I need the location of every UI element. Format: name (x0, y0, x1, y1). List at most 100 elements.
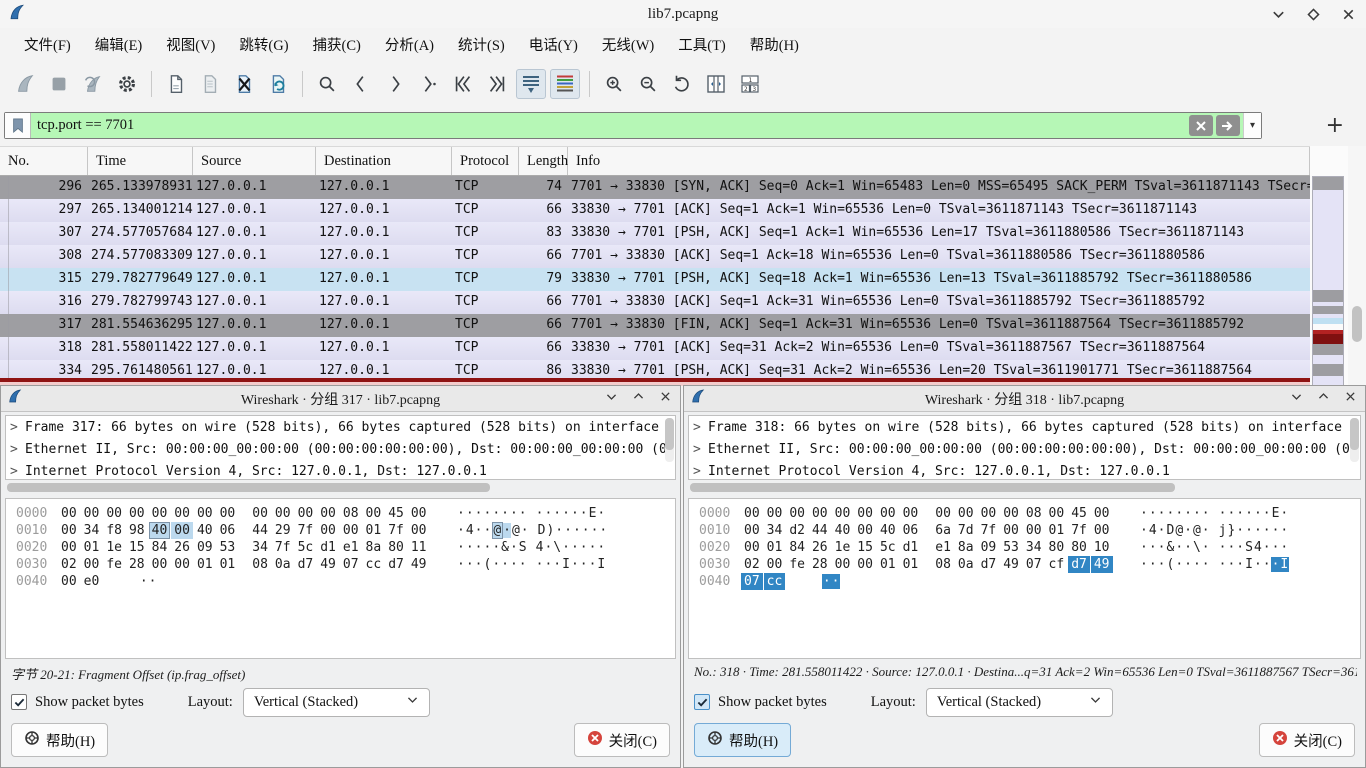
hex-byte[interactable]: 0a (272, 556, 294, 573)
ascii-char[interactable]: ) (546, 523, 555, 538)
hex-byte[interactable]: 00 (741, 522, 763, 539)
hex-byte[interactable]: 00 (1046, 505, 1068, 522)
hex-row[interactable]: 000000000000000000000000000008004500····… (699, 505, 1360, 522)
hex-byte[interactable]: e1 (340, 539, 362, 556)
ascii-char[interactable]: · (553, 557, 562, 572)
ascii-char[interactable]: · (1201, 557, 1210, 572)
hex-row[interactable]: 0020000184261e155cd1e18a095334808010···&… (699, 539, 1360, 556)
packet-row-318[interactable]: 318281.558011422127.0.0.1127.0.0.1TCP663… (0, 337, 1310, 360)
ascii-char[interactable]: · (544, 540, 553, 555)
scrollbar-thumb[interactable] (1352, 306, 1362, 342)
hex-byte[interactable]: cc (764, 573, 786, 590)
ascii-char[interactable]: · (579, 506, 588, 521)
expander-icon[interactable]: > (10, 442, 25, 457)
ascii-char[interactable]: · (457, 540, 466, 555)
hex-byte[interactable]: 98 (126, 522, 148, 539)
tree-item[interactable]: >Internet Protocol Version 4, Src: 127.0… (6, 460, 675, 480)
hex-byte[interactable]: 15 (854, 539, 876, 556)
ascii-char[interactable]: · (474, 540, 483, 555)
ascii-char[interactable]: · (1280, 540, 1289, 555)
hex-byte[interactable]: 40 (149, 522, 171, 539)
menu-item-7[interactable]: 统计(S) (446, 30, 517, 59)
hex-byte[interactable]: 00 (1000, 522, 1022, 539)
ascii-char[interactable]: · (492, 506, 501, 521)
ascii-char[interactable]: 4 (1253, 540, 1262, 555)
ascii-char[interactable]: · (1148, 506, 1157, 521)
hex-byte[interactable]: 44 (809, 522, 831, 539)
hex-row[interactable]: 00100034f8984000400644297f0000017f00·4··… (16, 522, 675, 539)
ascii-char[interactable]: · (518, 506, 527, 521)
ascii-char[interactable]: · (1227, 540, 1236, 555)
tree-item[interactable]: >Ethernet II, Src: 00:00:00_00:00:00 (00… (6, 438, 675, 460)
packet-row-317[interactable]: 317281.554636295127.0.0.1127.0.0.1TCP667… (0, 314, 1310, 337)
hex-byte[interactable]: 00 (955, 505, 977, 522)
hex-byte[interactable]: 34 (249, 539, 271, 556)
zoom-in-icon[interactable] (599, 69, 629, 99)
hex-byte[interactable]: 00 (764, 556, 786, 573)
ascii-char[interactable]: D (537, 523, 546, 538)
hex-byte[interactable]: 08 (1023, 505, 1045, 522)
hex-row[interactable]: 004000e0·· (16, 573, 675, 590)
ascii-char[interactable]: I (1280, 557, 1289, 572)
hex-byte[interactable]: 00 (978, 505, 1000, 522)
ascii-char[interactable]: ( (483, 557, 492, 572)
column-header-destination[interactable]: Destination (316, 147, 452, 175)
ascii-char[interactable]: · (599, 523, 608, 538)
maximize-icon[interactable] (1306, 7, 1321, 22)
hex-byte[interactable]: cc (363, 556, 385, 573)
ascii-char[interactable]: · (1184, 557, 1193, 572)
ascii-char[interactable]: · (579, 540, 588, 555)
minimize-icon[interactable] (1271, 7, 1286, 22)
menu-item-6[interactable]: 分析(A) (373, 30, 446, 59)
ascii-char[interactable]: · (544, 506, 553, 521)
layout-select[interactable]: Vertical (Stacked) (926, 688, 1113, 717)
ascii-char[interactable]: · (1192, 557, 1201, 572)
tree-hscrollbar[interactable] (688, 482, 1361, 494)
open-file-icon[interactable] (161, 69, 191, 99)
ascii-char[interactable]: · (1253, 557, 1262, 572)
minimize-icon[interactable] (605, 390, 618, 408)
tree-vscrollbar[interactable] (1350, 418, 1359, 462)
ascii-char[interactable]: · (465, 506, 474, 521)
ascii-char[interactable]: · (457, 506, 466, 521)
display-filter-input[interactable]: tcp.port == 7701 ▾ (4, 112, 1262, 139)
ascii-char[interactable]: · (1271, 557, 1280, 572)
hex-byte[interactable]: 00 (809, 505, 831, 522)
hex-byte[interactable]: 00 (854, 522, 876, 539)
hex-byte[interactable]: 29 (272, 522, 294, 539)
hex-byte[interactable]: 00 (832, 505, 854, 522)
hex-byte[interactable]: 00 (171, 505, 193, 522)
next-packet-icon[interactable] (380, 69, 410, 99)
expander-icon[interactable]: > (693, 420, 708, 435)
show-packet-bytes-checkbox[interactable] (11, 694, 27, 710)
hex-byte[interactable]: 07 (1023, 556, 1045, 573)
hex-byte[interactable]: 15 (126, 539, 148, 556)
tree-item[interactable]: >Ethernet II, Src: 00:00:00_00:00:00 (00… (689, 438, 1360, 460)
hex-byte[interactable]: 7f (1068, 522, 1090, 539)
hex-byte[interactable]: 08 (340, 505, 362, 522)
ascii-char[interactable]: & (501, 540, 510, 555)
expander-icon[interactable]: > (693, 464, 708, 479)
filter-text[interactable]: tcp.port == 7701 (31, 117, 1189, 134)
ascii-char[interactable]: · (1140, 523, 1149, 538)
hex-byte[interactable]: 40 (877, 522, 899, 539)
hex-byte[interactable]: e0 (81, 573, 103, 590)
ascii-char[interactable]: · (588, 557, 597, 572)
hex-byte[interactable]: d7 (295, 556, 317, 573)
ascii-char[interactable]: ( (1166, 557, 1175, 572)
menu-item-5[interactable]: 捕获(C) (301, 30, 373, 59)
hex-row[interactable]: 000000000000000000000000000008004500····… (16, 505, 675, 522)
ascii-char[interactable]: · (564, 523, 573, 538)
close-button[interactable]: 关闭(C) (1259, 723, 1355, 757)
hex-byte[interactable]: 8a (363, 539, 385, 556)
hex-byte[interactable]: 49 (1091, 556, 1113, 573)
ascii-char[interactable]: · (590, 523, 599, 538)
maximize-icon[interactable] (1317, 390, 1330, 408)
hex-byte[interactable]: 80 (385, 539, 407, 556)
hex-byte[interactable]: 08 (932, 556, 954, 573)
hex-byte[interactable]: 00 (1091, 505, 1113, 522)
menu-item-1[interactable]: 文件(F) (12, 30, 83, 59)
hex-byte[interactable]: 00 (408, 505, 430, 522)
ascii-char[interactable]: · (1157, 506, 1166, 521)
ascii-char[interactable]: @ (511, 523, 520, 538)
